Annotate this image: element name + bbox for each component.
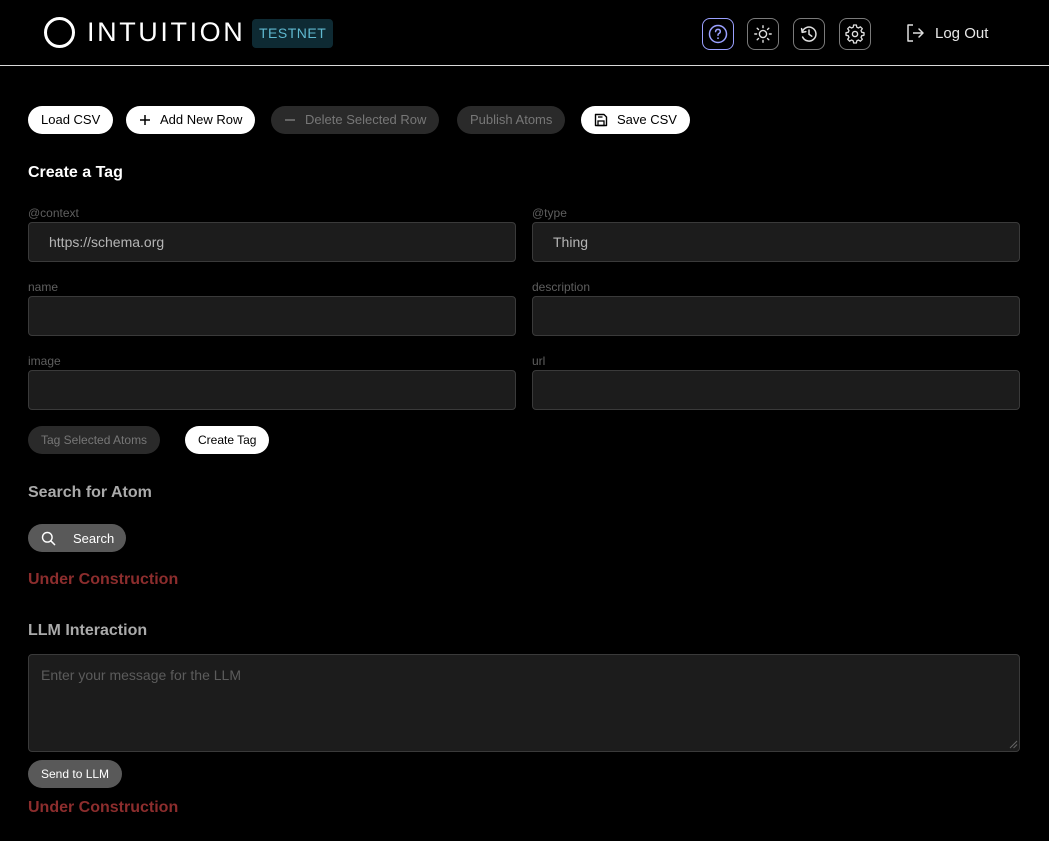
network-badge: TESTNET xyxy=(252,19,334,48)
help-button[interactable] xyxy=(702,18,734,50)
name-label: name xyxy=(28,280,59,294)
image-field[interactable] xyxy=(28,370,516,410)
history-icon xyxy=(800,26,817,42)
load-csv-button[interactable]: Load CSV xyxy=(28,106,114,134)
top-header: INTUITION TESTNET Log Out xyxy=(0,0,1049,66)
save-csv-label: Save CSV xyxy=(617,112,677,127)
search-title: Search for Atom xyxy=(28,484,152,501)
tag-selected-atoms-button[interactable]: Tag Selected Atoms xyxy=(28,426,161,454)
sun-icon xyxy=(754,25,772,43)
create-tag-button[interactable]: Create Tag xyxy=(185,426,270,454)
save-csv-button[interactable]: Save CSV xyxy=(581,106,690,134)
send-to-llm-button[interactable]: Send to LLM xyxy=(28,760,123,788)
url-label: url xyxy=(532,354,546,368)
minus-icon xyxy=(284,114,296,126)
llm-status: Under Construction xyxy=(28,799,179,816)
description-field[interactable] xyxy=(532,296,1020,336)
image-label: image xyxy=(28,354,61,368)
load-csv-label: Load CSV xyxy=(41,112,101,127)
question-circle-icon xyxy=(708,24,728,44)
gear-icon xyxy=(845,24,865,44)
plus-icon xyxy=(139,114,151,126)
history-button[interactable] xyxy=(793,18,825,50)
logo-ring-icon xyxy=(44,17,75,48)
logout-icon xyxy=(907,24,924,42)
search-label: Search xyxy=(73,530,115,546)
name-field[interactable] xyxy=(28,296,516,336)
publish-atoms-label: Publish Atoms xyxy=(470,112,553,127)
delete-row-button[interactable]: Delete Selected Row xyxy=(271,106,440,134)
search-icon xyxy=(41,531,56,545)
logout-label: Log Out xyxy=(935,24,989,42)
search-button[interactable]: Search xyxy=(28,524,126,552)
publish-atoms-button[interactable]: Publish Atoms xyxy=(457,106,566,134)
resize-grip-icon[interactable] xyxy=(1008,739,1018,749)
llm-message-input[interactable]: Enter your message for the LLM xyxy=(28,654,1020,752)
llm-title: LLM Interaction xyxy=(28,622,148,639)
intuition-logo[interactable]: INTUITION xyxy=(44,17,245,48)
create-tag-title: Create a Tag xyxy=(28,164,123,181)
context-field[interactable]: https://schema.org xyxy=(28,222,516,262)
add-row-label: Add New Row xyxy=(160,112,243,127)
description-label: description xyxy=(532,280,591,294)
context-label: @context xyxy=(28,206,79,220)
save-icon xyxy=(594,113,608,127)
settings-button[interactable] xyxy=(839,18,871,50)
type-label: @type xyxy=(532,206,567,220)
type-field[interactable]: Thing xyxy=(532,222,1020,262)
delete-row-label: Delete Selected Row xyxy=(305,112,427,127)
search-status: Under Construction xyxy=(28,571,179,588)
logo-text: INTUITION xyxy=(87,17,246,47)
url-field[interactable] xyxy=(532,370,1020,410)
theme-toggle-button[interactable] xyxy=(747,18,779,50)
add-row-button[interactable]: Add New Row xyxy=(126,106,256,134)
logout-button[interactable]: Log Out xyxy=(904,22,988,44)
